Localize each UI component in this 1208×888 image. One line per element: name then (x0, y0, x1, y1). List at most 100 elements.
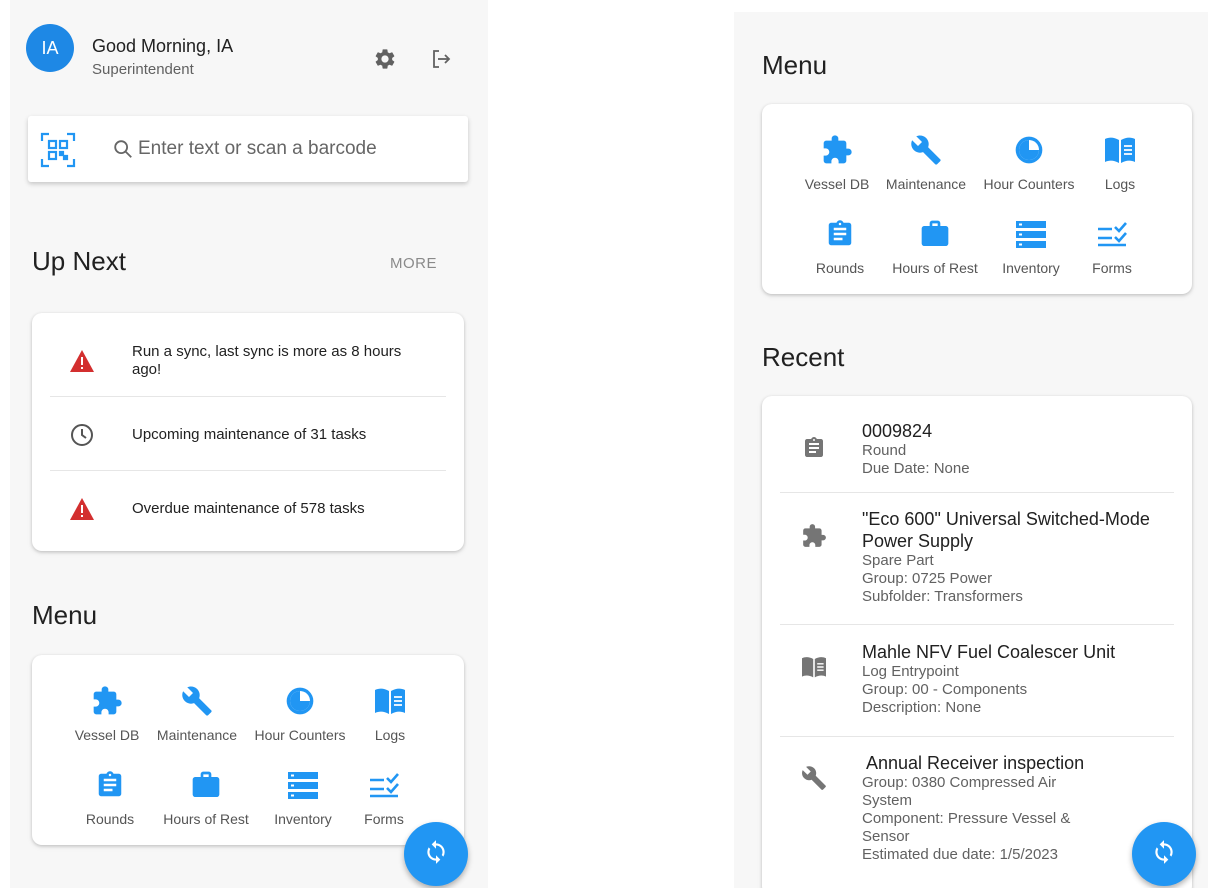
sync-button[interactable] (1132, 822, 1196, 886)
menu-item-hours-of-rest[interactable]: Hours of Rest (885, 216, 985, 296)
clipboard-icon (822, 216, 858, 252)
menu-item-label: Maintenance (885, 176, 967, 192)
up-next-item[interactable]: Run a sync, last sync is more as 8 hours… (50, 343, 446, 383)
menu-item-rounds[interactable]: Rounds (60, 767, 160, 847)
recent-item-detail: Group: 0725 Power (862, 570, 993, 587)
recent-item-detail: Estimated due date: 1/5/2023 (862, 846, 1058, 863)
divider (780, 736, 1174, 737)
puzzle-icon (89, 683, 125, 719)
recent-item-detail: Component: Pressure Vessel & Sensor (862, 810, 1071, 845)
clipboard-icon (92, 767, 128, 803)
search-bar[interactable]: Enter text or scan a barcode (28, 116, 468, 182)
recent-item-detail: Group: 0380 Compressed Air System (862, 774, 1057, 809)
recent-item-title: Mahle NFV Fuel Coalescer Unit (862, 642, 1116, 662)
menu-item-rounds[interactable]: Rounds (790, 216, 890, 296)
puzzle-icon (819, 132, 855, 168)
menu-item-vessel-db[interactable]: Vessel DB (57, 683, 157, 763)
up-next-text: Run a sync, last sync is more as 8 hours… (132, 343, 402, 378)
menu-item-maintenance[interactable]: Maintenance (876, 132, 976, 212)
menu-item-vessel-db[interactable]: Vessel DB (787, 132, 887, 212)
briefcase-icon (188, 767, 224, 803)
menu-item-forms[interactable]: Forms (1062, 216, 1162, 296)
recent-item-detail: Due Date: None (862, 460, 970, 477)
search-icon (112, 138, 134, 165)
recent-item[interactable]: 0009824 Round Due Date: None (780, 420, 1174, 480)
sync-button[interactable] (404, 822, 468, 886)
menu-title: Menu (762, 50, 828, 80)
menu-item-label: Hour Counters (254, 727, 346, 743)
menu-item-label: Hour Counters (983, 176, 1075, 192)
menu-item-label: Maintenance (156, 727, 238, 743)
timer-icon (1011, 132, 1047, 168)
clipboard-icon (800, 434, 828, 462)
menu-card: Vessel DB Maintenance Hour Counters Logs… (32, 655, 464, 845)
menu-item-hour-counters[interactable]: Hour Counters (979, 132, 1079, 212)
recent-item-type: Round (862, 442, 907, 459)
recent-item[interactable]: "Eco 600" Universal Switched-Mode Power … (780, 508, 1174, 608)
up-next-item[interactable]: Upcoming maintenance of 31 tasks (50, 421, 446, 449)
menu-item-hour-counters[interactable]: Hour Counters (250, 683, 350, 763)
recent-item-detail: Description: None (862, 699, 982, 716)
recent-item-title: 0009824 (862, 421, 933, 441)
more-button[interactable]: MORE (390, 255, 437, 272)
recent-item-detail: Group: 00 - Components (862, 681, 1028, 698)
menu-item-hours-of-rest[interactable]: Hours of Rest (156, 767, 256, 847)
recent-item-type: Log Entrypoint (862, 663, 959, 680)
book-icon (372, 683, 408, 719)
warning-icon (68, 347, 96, 375)
divider (780, 492, 1174, 493)
search-input[interactable]: Enter text or scan a barcode (138, 138, 377, 160)
book-icon (800, 653, 828, 681)
sync-icon (1151, 839, 1177, 870)
logout-icon[interactable] (428, 46, 454, 72)
menu-item-label: Hours of Rest (163, 811, 249, 827)
menu-item-label: Rounds (85, 811, 135, 827)
wrench-icon (800, 764, 828, 792)
recent-title: Recent (762, 342, 845, 372)
recent-item-title: "Eco 600" Universal Switched-Mode Power … (862, 509, 1150, 551)
divider (50, 396, 446, 397)
sync-icon (423, 839, 449, 870)
divider (780, 624, 1174, 625)
inventory-list-icon (285, 767, 321, 803)
settings-gear-icon[interactable] (372, 46, 398, 72)
warning-icon (68, 495, 96, 523)
puzzle-icon (800, 522, 828, 550)
user-role: Superintendent (92, 61, 194, 78)
wrench-icon (179, 683, 215, 719)
divider (50, 470, 446, 471)
recent-item-detail: Subfolder: Transformers (862, 588, 1023, 605)
up-next-title: Up Next (32, 246, 126, 276)
qr-scan-icon[interactable] (40, 132, 76, 173)
recent-item-type: Spare Part (862, 552, 934, 569)
briefcase-icon (917, 216, 953, 252)
home-screen-top: IA Good Morning, IA Superintendent Enter… (10, 0, 488, 888)
home-screen-scrolled: Menu Vessel DB Maintenance Hour Counters… (734, 12, 1208, 888)
menu-item-label: Vessel DB (74, 727, 140, 743)
menu-item-maintenance[interactable]: Maintenance (147, 683, 247, 763)
checklist-icon (366, 767, 402, 803)
up-next-text: Upcoming maintenance of 31 tasks (132, 426, 367, 443)
menu-item-label: Forms (364, 811, 404, 827)
menu-item-label: Logs (374, 727, 406, 743)
recent-item[interactable]: Mahle NFV Fuel Coalescer Unit Log Entryp… (780, 641, 1174, 721)
clock-icon (68, 421, 96, 449)
wrench-icon (908, 132, 944, 168)
menu-item-label: Rounds (815, 260, 865, 276)
book-icon (1102, 132, 1138, 168)
inventory-list-icon (1013, 216, 1049, 252)
menu-item-label: Forms (1092, 260, 1132, 276)
up-next-card: Run a sync, last sync is more as 8 hours… (32, 313, 464, 551)
menu-title: Menu (32, 600, 98, 630)
greeting-text: Good Morning, IA (92, 36, 234, 56)
recent-item-title: Annual Receiver inspection (862, 753, 1085, 773)
timer-icon (282, 683, 318, 719)
recent-item[interactable]: Annual Receiver inspection Group: 0380 C… (780, 752, 1174, 872)
menu-item-label: Hours of Rest (892, 260, 978, 276)
menu-item-logs[interactable]: Logs (1070, 132, 1170, 212)
menu-item-label: Vessel DB (804, 176, 870, 192)
avatar-initials: IA (41, 37, 59, 58)
menu-item-logs[interactable]: Logs (340, 683, 440, 763)
avatar[interactable]: IA (26, 24, 74, 72)
up-next-item[interactable]: Overdue maintenance of 578 tasks (50, 495, 446, 523)
